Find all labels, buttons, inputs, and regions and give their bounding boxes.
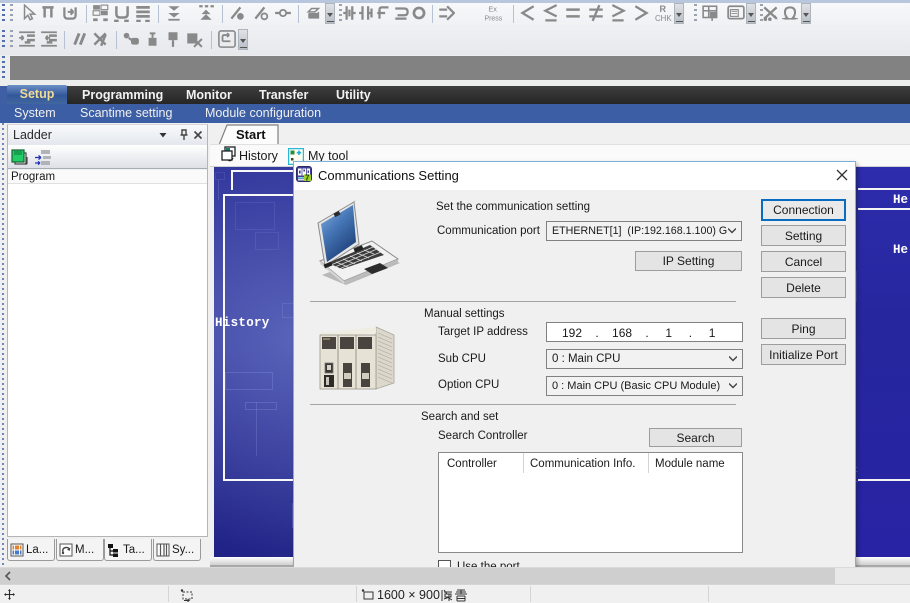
svg-text:Ex: Ex (488, 4, 497, 13)
svg-text:Press: Press (485, 15, 503, 22)
svg-text:7: 7 (305, 174, 310, 183)
svg-text:R: R (660, 4, 667, 14)
svg-text:CHK: CHK (655, 14, 672, 22)
